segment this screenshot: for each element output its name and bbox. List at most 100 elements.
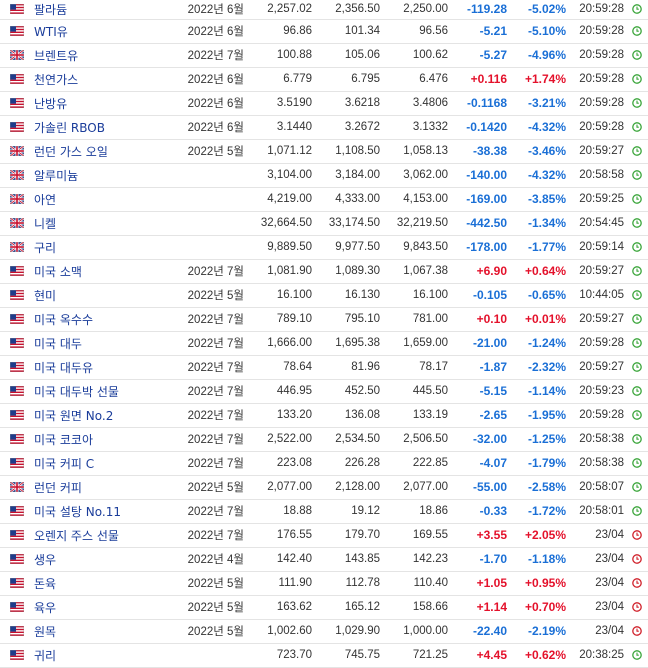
flag-cell: [0, 307, 34, 332]
instrument-link[interactable]: 런던 가스 오일: [34, 145, 108, 159]
instrument-link[interactable]: 브렌트유: [34, 49, 78, 63]
instrument-link[interactable]: 구리: [34, 241, 56, 255]
uk-flag-icon: [10, 481, 24, 492]
instrument-link[interactable]: 미국 옥수수: [34, 313, 93, 327]
update-time: 20:59:28: [566, 115, 624, 140]
change-value: +1.14: [448, 595, 507, 620]
instrument-link[interactable]: 팔라듐: [34, 3, 67, 17]
instrument-link[interactable]: 귀리: [34, 649, 56, 663]
market-status-cell: [624, 307, 648, 332]
contract-month: 2022년 7월: [174, 307, 244, 332]
update-time: 20:59:27: [566, 259, 624, 284]
instrument-link[interactable]: 가솔린 RBOB: [34, 121, 105, 135]
market-status-cell: [624, 139, 648, 164]
change-value: +3.55: [448, 523, 507, 548]
flag-cell: [0, 643, 34, 668]
instrument-name-cell: 천연가스: [34, 67, 174, 92]
instrument-link[interactable]: 미국 설탕 No.11: [34, 505, 121, 519]
high-price: 4,333.00: [312, 187, 380, 212]
update-time: 20:59:28: [566, 403, 624, 428]
market-status-cell: [624, 499, 648, 524]
market-open-clock-icon: [632, 266, 642, 276]
high-price: 1,695.38: [312, 331, 380, 356]
us-flag-icon: [10, 529, 24, 540]
change-percent: +0.62%: [507, 643, 566, 668]
high-price: 1,108.50: [312, 139, 380, 164]
last-price: 32,664.50: [244, 211, 312, 236]
instrument-name-cell: 난방유: [34, 91, 174, 116]
low-price: 18.86: [380, 499, 448, 524]
instrument-link[interactable]: 미국 대두: [34, 337, 82, 351]
instrument-link[interactable]: WTI유: [34, 25, 68, 39]
last-price: 111.90: [244, 571, 312, 596]
high-price: 105.06: [312, 43, 380, 68]
low-price: 2,506.50: [380, 427, 448, 452]
uk-flag-icon: [10, 145, 24, 156]
us-flag-icon: [10, 457, 24, 468]
low-price: 4,153.00: [380, 187, 448, 212]
instrument-name-cell: 런던 커피: [34, 475, 174, 500]
instrument-link[interactable]: 원목: [34, 625, 56, 639]
low-price: 1,058.13: [380, 139, 448, 164]
instrument-link[interactable]: 육우: [34, 601, 56, 615]
flag-cell: [0, 91, 34, 116]
market-status-cell: [624, 403, 648, 428]
low-price: 3,062.00: [380, 163, 448, 188]
high-price: 1,029.90: [312, 619, 380, 644]
instrument-link[interactable]: 난방유: [34, 97, 67, 111]
market-status-cell: [624, 235, 648, 260]
us-flag-icon: [10, 409, 24, 420]
change-percent: -4.32%: [507, 163, 566, 188]
us-flag-icon: [10, 649, 24, 660]
instrument-link[interactable]: 런던 커피: [34, 481, 82, 495]
instrument-link[interactable]: 알루미늄: [34, 169, 78, 183]
contract-month: [174, 643, 244, 668]
uk-flag-icon: [10, 169, 24, 180]
update-time: 23/04: [566, 547, 624, 572]
table-row: 구리 9,889.50 9,977.50 9,843.50 -178.00 -1.77% 2…: [0, 235, 648, 260]
instrument-link[interactable]: 천연가스: [34, 73, 78, 87]
us-flag-icon: [10, 289, 24, 300]
instrument-link[interactable]: 돈육: [34, 577, 56, 591]
instrument-link[interactable]: 미국 코코아: [34, 433, 93, 447]
instrument-link[interactable]: 미국 커피 C: [34, 457, 94, 471]
market-status-cell: [624, 523, 648, 548]
market-closed-clock-icon: [632, 530, 642, 540]
market-open-clock-icon: [632, 74, 642, 84]
instrument-link[interactable]: 미국 대두박 선물: [34, 385, 119, 399]
market-status-cell: [624, 211, 648, 236]
table-row: 귀리 723.70 745.75 721.25 +4.45 +0.62% 20:38:25: [0, 643, 648, 668]
instrument-name-cell: 미국 대두: [34, 331, 174, 356]
contract-month: 2022년 7월: [174, 355, 244, 380]
market-status-cell: [624, 451, 648, 476]
instrument-link[interactable]: 오렌지 주스 선물: [34, 529, 119, 543]
market-status-cell: [624, 379, 648, 404]
flag-cell: [0, 355, 34, 380]
market-status-cell: [624, 163, 648, 188]
market-status-cell: [624, 283, 648, 308]
low-price: 169.55: [380, 523, 448, 548]
instrument-link[interactable]: 니켈: [34, 217, 56, 231]
update-time: 20:59:14: [566, 235, 624, 260]
flag-cell: [0, 475, 34, 500]
instrument-link[interactable]: 생우: [34, 553, 56, 567]
high-price: 179.70: [312, 523, 380, 548]
instrument-link[interactable]: 미국 대두유: [34, 361, 93, 375]
market-closed-clock-icon: [632, 602, 642, 612]
contract-month: [174, 211, 244, 236]
instrument-link[interactable]: 미국 소맥: [34, 265, 82, 279]
instrument-link[interactable]: 현미: [34, 289, 56, 303]
instrument-name-cell: 생우: [34, 547, 174, 572]
low-price: 158.66: [380, 595, 448, 620]
high-price: 136.08: [312, 403, 380, 428]
change-percent: +0.95%: [507, 571, 566, 596]
table-row: 브렌트유 2022년 7월 100.88 105.06 100.62 -5.27 -4.96…: [0, 43, 648, 68]
market-open-clock-icon: [632, 506, 642, 516]
instrument-link[interactable]: 미국 원면 No.2: [34, 409, 113, 423]
table-row: 생우 2022년 4월 142.40 143.85 142.23 -1.70 -1.18% 2…: [0, 547, 648, 572]
low-price: 6.476: [380, 67, 448, 92]
instrument-link[interactable]: 아연: [34, 193, 56, 207]
update-time: 20:59:23: [566, 379, 624, 404]
last-price: 3,104.00: [244, 163, 312, 188]
table-row: 미국 설탕 No.11 2022년 7월 18.88 19.12 18.86 -0.33-…: [0, 499, 648, 524]
